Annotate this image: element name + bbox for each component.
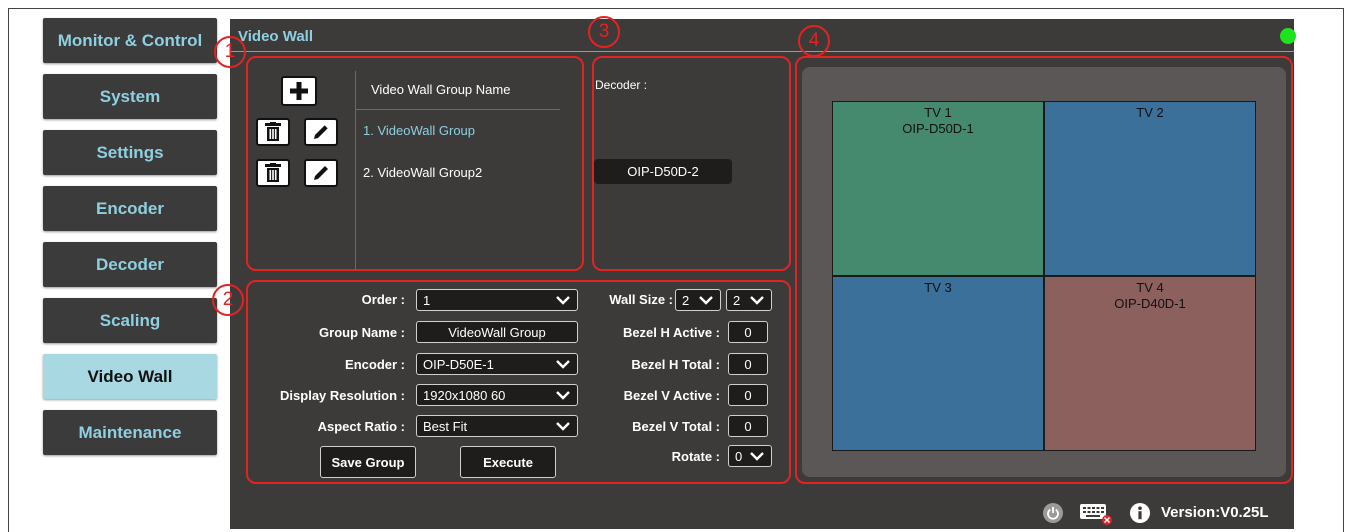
info-icon (1138, 506, 1142, 520)
sidebar-item-label: System (99, 86, 161, 106)
wall-size-cols-select[interactable]: 2 (675, 289, 721, 311)
rotate-select[interactable]: 0 (728, 445, 772, 467)
tile-name: TV 4 (1136, 280, 1164, 295)
display-resolution-label: Display Resolution : (280, 388, 405, 403)
order-select[interactable]: 1 (416, 289, 578, 311)
aspect-ratio-select[interactable]: Best Fit (416, 415, 578, 437)
video-wall-panel: Video Wall Video Wall Group Name 1. Vide… (230, 19, 1296, 529)
encoder-label: Encoder : (345, 357, 405, 372)
group-list-item[interactable]: 1. VideoWall Group (363, 123, 475, 138)
display-resolution-select[interactable]: 1920x1080 60 (416, 384, 578, 406)
group-list-header: Video Wall Group Name (371, 82, 511, 97)
bezel-v-total-field[interactable]: 0 (728, 415, 768, 437)
encoder-select[interactable]: OIP-D50E-1 (416, 353, 578, 375)
sidebar-item-label: Settings (96, 142, 164, 162)
wall-tile[interactable]: TV 2 (1045, 102, 1255, 275)
wall-size-rows-value: 2 (733, 292, 741, 308)
bezel-h-total-field[interactable]: 0 (728, 353, 768, 375)
sidebar-item-label: Decoder (95, 254, 165, 274)
aspect-ratio-label: Aspect Ratio : (317, 419, 405, 434)
status-indicator (1280, 28, 1296, 44)
wall-size-label: Wall Size : (609, 292, 673, 307)
sidebar-item-system[interactable]: System (43, 74, 217, 119)
pencil-icon (314, 166, 328, 180)
callout-2: 2 (212, 284, 244, 316)
chevron-down-icon (556, 391, 570, 400)
group-name-field[interactable]: VideoWall Group (416, 321, 578, 343)
bezel-v-total-label: Bezel V Total : (632, 419, 720, 434)
bezel-h-active-label: Bezel H Active : (622, 325, 720, 340)
wall-size-rows-select[interactable]: 2 (726, 289, 772, 311)
sidebar-item-monitor-control[interactable]: Monitor & Control (43, 18, 217, 63)
header-divider (355, 109, 560, 110)
sidebar-item-settings[interactable]: Settings (43, 130, 217, 175)
bezel-h-active-field[interactable]: 0 (728, 321, 768, 343)
chevron-down-icon (556, 360, 570, 369)
bezel-v-active-field[interactable]: 0 (728, 384, 768, 406)
title-divider (230, 51, 1294, 52)
callout-4: 4 (798, 25, 830, 57)
power-button[interactable] (1043, 503, 1063, 523)
tile-decoder: OIP-D50D-1 (902, 121, 974, 136)
wall-size-cols-value: 2 (682, 292, 690, 308)
callout-3: 3 (588, 16, 620, 48)
sidebar-item-label: Maintenance (78, 422, 182, 442)
sidebar-item-encoder[interactable]: Encoder (43, 186, 217, 231)
wall-tile[interactable]: TV 1 OIP-D50D-1 (833, 102, 1043, 275)
chevron-down-icon (750, 296, 764, 305)
wall-grid: TV 1 OIP-D50D-1 TV 2 TV 3 TV 4 OIP-D40D-… (832, 101, 1256, 451)
sidebar-item-label: Monitor & Control (57, 30, 203, 50)
delete-group-button[interactable] (256, 118, 290, 146)
decoder-chip[interactable]: OIP-D50D-2 (594, 159, 732, 184)
tile-name: TV 2 (1136, 105, 1164, 120)
display-resolution-value: 1920x1080 60 (423, 387, 506, 403)
trash-icon (265, 122, 281, 141)
delete-group-button[interactable] (256, 159, 290, 187)
group-name-label: Group Name : (319, 325, 405, 340)
keyboard-icon (1080, 504, 1112, 525)
rotate-label: Rotate : (671, 449, 720, 464)
tile-decoder: OIP-D40D-1 (1114, 296, 1186, 311)
edit-group-button[interactable] (304, 159, 338, 187)
aspect-ratio-value: Best Fit (423, 418, 468, 434)
order-value: 1 (423, 292, 431, 308)
sidebar-item-label: Scaling (99, 310, 161, 330)
info-button[interactable] (1130, 503, 1150, 523)
execute-button[interactable]: Execute (460, 446, 556, 478)
trash-icon (265, 163, 281, 182)
bezel-v-active-label: Bezel V Active : (623, 388, 720, 403)
pencil-icon (314, 124, 329, 139)
keyboard-button[interactable] (1079, 502, 1113, 526)
order-label: Order : (361, 292, 405, 307)
sidebar-item-label: Video Wall (87, 366, 173, 386)
column-divider (355, 71, 356, 270)
wall-tile[interactable]: TV 4 OIP-D40D-1 (1045, 277, 1255, 450)
chevron-down-icon (556, 422, 570, 431)
plus-icon (290, 82, 308, 100)
callout-1: 1 (214, 36, 246, 68)
chevron-down-icon (556, 296, 570, 305)
version-text: Version:V0.25L (1161, 504, 1269, 521)
bezel-h-total-label: Bezel H Total : (631, 357, 720, 372)
wall-tile[interactable]: TV 3 (833, 277, 1043, 450)
add-group-button[interactable] (281, 76, 317, 106)
chevron-down-icon (699, 296, 713, 305)
tile-name: TV 1 (924, 105, 952, 120)
encoder-value: OIP-D50E-1 (423, 356, 494, 372)
sidebar-item-video-wall[interactable]: Video Wall (43, 354, 217, 399)
chevron-down-icon (750, 452, 764, 461)
rotate-value: 0 (735, 448, 743, 464)
edit-group-button[interactable] (304, 118, 338, 146)
sidebar-item-label: Encoder (95, 198, 165, 218)
sidebar-item-maintenance[interactable]: Maintenance (43, 410, 217, 455)
tile-name: TV 3 (924, 280, 952, 295)
page-title: Video Wall (238, 28, 314, 45)
sidebar-item-decoder[interactable]: Decoder (43, 242, 217, 287)
save-group-button[interactable]: Save Group (320, 446, 416, 478)
power-icon (1047, 507, 1059, 520)
sidebar-item-scaling[interactable]: Scaling (43, 298, 217, 343)
group-list-item[interactable]: 2. VideoWall Group2 (363, 165, 482, 180)
decoder-label: Decoder : (595, 78, 648, 92)
